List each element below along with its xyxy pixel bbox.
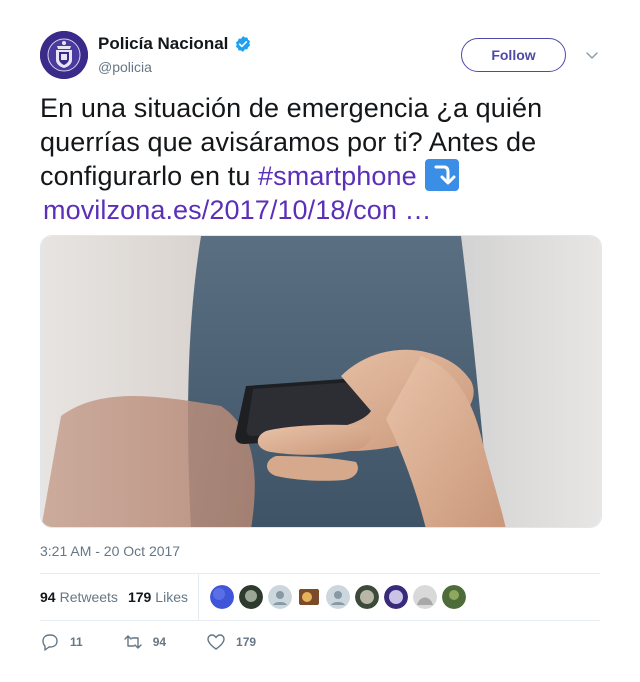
tweet-text: En una situación de emergencia ¿a quién … — [40, 91, 600, 227]
liker-avatar[interactable] — [268, 585, 292, 609]
retweets-stat[interactable]: 94 Retweets — [40, 589, 118, 605]
like-button[interactable]: 179 — [206, 632, 256, 652]
verified-badge-icon — [236, 36, 251, 52]
liker-avatar[interactable] — [239, 585, 263, 609]
name-row: Policía Nacional — [98, 33, 252, 55]
action-bar: 11 94 179 — [40, 630, 296, 654]
liker-avatar[interactable] — [413, 585, 437, 609]
timestamp[interactable]: 3:21 AM - 20 Oct 2017 — [40, 543, 180, 559]
retweets-count: 94 — [40, 589, 56, 605]
police-crest-icon — [40, 31, 88, 79]
display-name[interactable]: Policía Nacional — [98, 34, 228, 54]
follow-button[interactable]: Follow — [461, 38, 566, 72]
stats-divider — [198, 574, 199, 620]
external-link[interactable]: movilzona.es/2017/10/18/con … — [43, 195, 432, 225]
reply-icon — [42, 634, 58, 651]
retweets-label: Retweets — [59, 589, 118, 605]
hand-holding-smartphone-image — [41, 236, 601, 527]
liker-avatar[interactable] — [326, 585, 350, 609]
tweet-photo[interactable] — [40, 235, 602, 528]
tweet-card: Policía Nacional @policia Follow En una … — [0, 0, 640, 682]
engagement-stats: 94 Retweets 179 Likes — [40, 574, 600, 620]
heart-icon — [207, 634, 225, 650]
arrow-curving-down-icon — [424, 159, 459, 191]
divider — [40, 620, 600, 621]
chevron-down-icon[interactable] — [585, 48, 599, 62]
retweet-button[interactable]: 94 — [123, 632, 166, 652]
like-count: 179 — [236, 635, 257, 649]
likes-count: 179 — [127, 589, 152, 605]
avatar[interactable] — [40, 31, 88, 79]
liker-avatar[interactable] — [442, 585, 466, 609]
liker-avatars — [210, 585, 471, 609]
likes-stat[interactable]: 179 Likes — [128, 589, 188, 605]
reply-button[interactable]: 11 — [40, 632, 83, 652]
hashtag-link[interactable]: #smartphone — [258, 161, 417, 191]
retweet-count: 94 — [152, 635, 167, 649]
handle[interactable]: @policia — [98, 59, 152, 75]
liker-avatar[interactable] — [297, 585, 321, 609]
reply-count: 11 — [70, 635, 83, 649]
retweet-icon — [123, 635, 142, 649]
liker-avatar[interactable] — [384, 585, 408, 609]
liker-avatar[interactable] — [355, 585, 379, 609]
liker-avatar[interactable] — [210, 585, 234, 609]
likes-label: Likes — [155, 589, 188, 605]
